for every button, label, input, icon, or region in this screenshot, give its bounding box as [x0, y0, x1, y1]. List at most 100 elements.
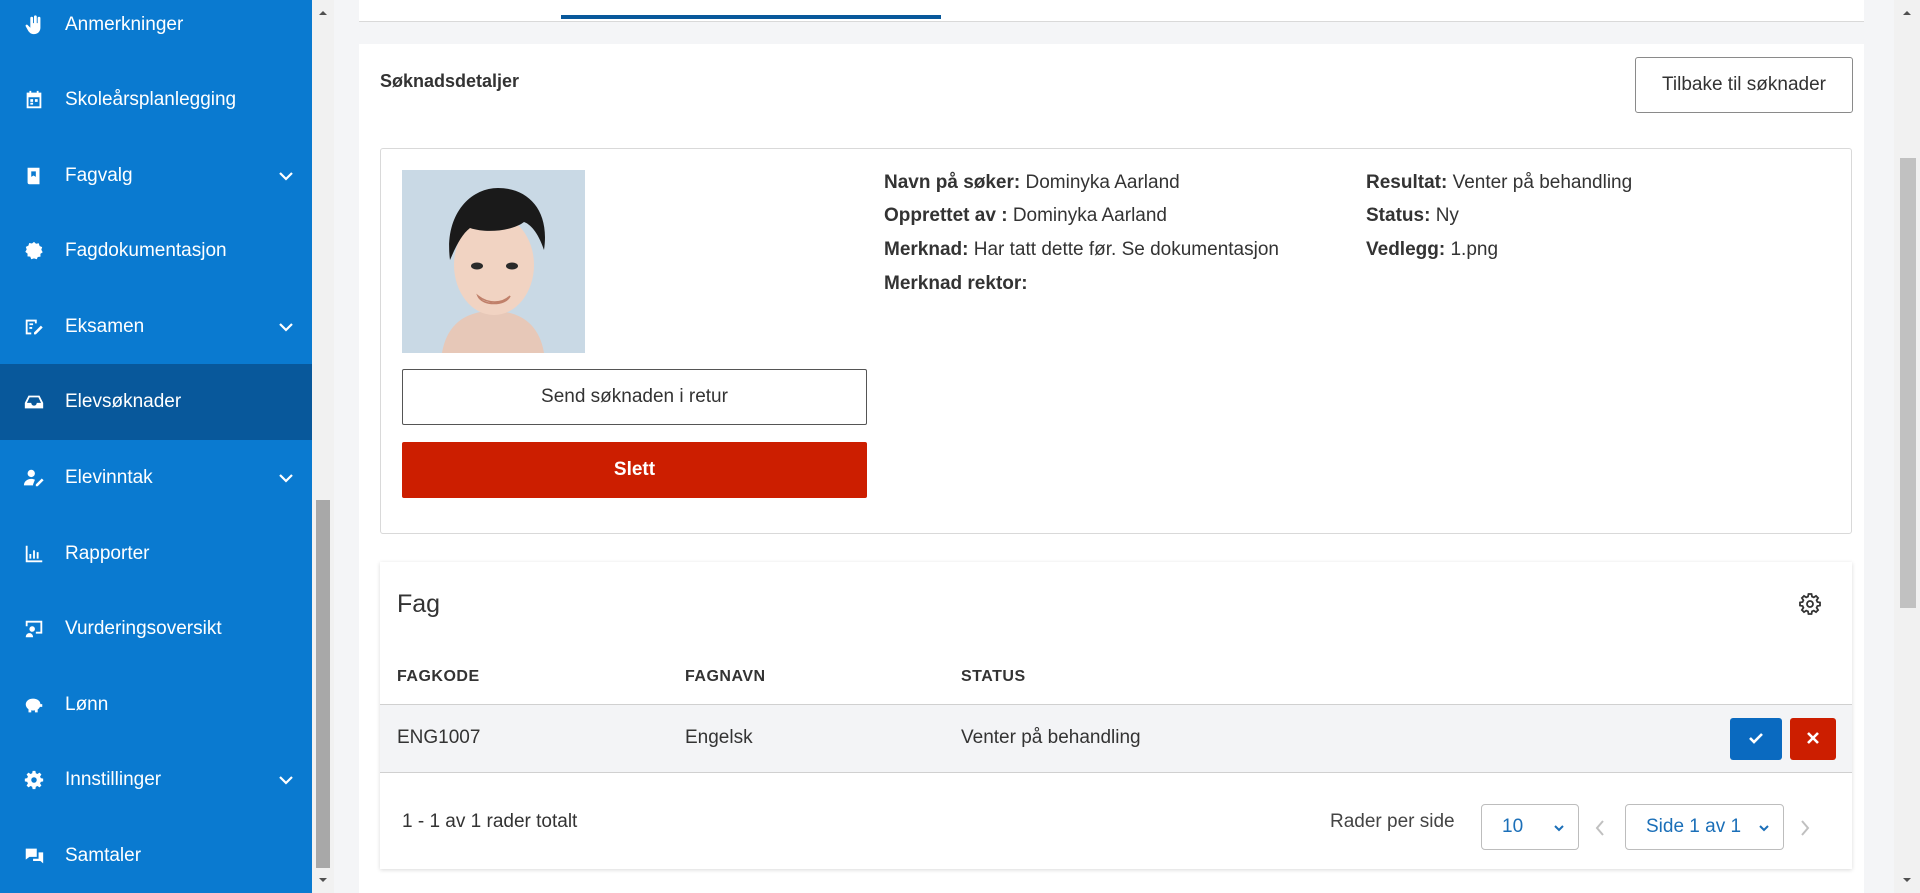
sidebar-item-label: Elevsøknader — [65, 391, 182, 412]
main-scrollbar-thumb[interactable] — [1900, 158, 1916, 608]
sidebar-item-label: Elevinntak — [65, 467, 153, 488]
page-select[interactable]: Side 1 av 1 — [1625, 804, 1784, 850]
chevron-down-icon[interactable] — [276, 317, 296, 337]
chevron-down-icon[interactable] — [276, 468, 296, 488]
inbox-icon — [22, 390, 46, 414]
result-value: Venter på behandling — [1452, 172, 1633, 193]
page-title: Søknadsdetaljer — [380, 71, 520, 91]
bar-chart-icon — [22, 542, 46, 566]
result-label: Resultat: — [1366, 172, 1448, 193]
attachment-link[interactable]: 1.png — [1450, 239, 1498, 260]
sidebar-item-elevsoknader[interactable]: Elevsøknader — [0, 364, 312, 440]
sidebar-item-samtaler[interactable]: Samtaler — [0, 818, 312, 893]
sidebar-item-label: Eksamen — [65, 316, 145, 337]
back-to-applications-button[interactable]: Tilbake til søknader — [1635, 57, 1853, 113]
sidebar-item-innstillinger[interactable]: Innstillinger — [0, 742, 312, 818]
chevron-down-icon — [1759, 825, 1769, 832]
calendar-icon — [22, 88, 46, 112]
next-page-icon[interactable] — [1795, 816, 1815, 840]
sidebar-item-eksamen[interactable]: Eksamen — [0, 289, 312, 365]
sidebar-item-anmerkninger[interactable]: Anmerkninger — [0, 0, 312, 63]
cell-status: Venter på behandling — [961, 727, 1141, 748]
note-label: Merknad: — [884, 239, 969, 260]
main-scrollbar[interactable] — [1894, 0, 1920, 893]
sidebar-item-vurderingsoversikt[interactable]: Vurderingsoversikt — [0, 591, 312, 667]
sidebar-scrollbar-thumb[interactable] — [316, 500, 330, 868]
close-icon — [1807, 731, 1819, 744]
book-icon — [22, 164, 46, 188]
principal-note-row: Merknad rektor: — [884, 273, 1028, 295]
note-row: Merknad: Har tatt dette før. Se dokument… — [884, 239, 1279, 261]
chevron-down-icon[interactable] — [276, 166, 296, 186]
sidebar: Anmerkninger Skoleårsplanlegging Fagvalg… — [0, 0, 312, 893]
scroll-down-icon[interactable] — [1902, 875, 1912, 885]
rows-per-page-select[interactable]: 10 — [1481, 804, 1579, 850]
chevron-down-icon — [1554, 825, 1564, 832]
applicant-name-label: Navn på søker: — [884, 172, 1021, 193]
table-row: ENG1007 Engelsk Venter på behandling — [380, 704, 1852, 773]
user-edit-icon — [22, 466, 46, 490]
sidebar-item-rapporter[interactable]: Rapporter — [0, 516, 312, 592]
subjects-title: Fag — [397, 590, 441, 618]
page-value: Side 1 av 1 — [1646, 816, 1742, 837]
chevron-down-icon[interactable] — [276, 770, 296, 790]
sidebar-item-label: Anmerkninger — [65, 14, 184, 35]
exam-icon — [22, 315, 46, 339]
attachment-row: Vedlegg: 1.png — [1366, 239, 1498, 261]
sidebar-item-label: Innstillinger — [65, 769, 162, 790]
created-by-row: Opprettet av : Dominyka Aarland — [884, 205, 1167, 227]
gear-icon — [22, 768, 46, 792]
tab-bar — [359, 0, 1864, 22]
cell-fagkode: ENG1007 — [397, 727, 481, 748]
rows-per-page-label: Rader per side — [1330, 811, 1455, 832]
sidebar-item-skolearsplanlegging[interactable]: Skoleårsplanlegging — [0, 62, 312, 138]
applicant-photo — [402, 170, 585, 353]
sidebar-item-label: Fagvalg — [65, 165, 133, 186]
sidebar-scrollbar[interactable] — [312, 0, 334, 893]
note-value: Har tatt dette før. Se dokumentasjon — [973, 239, 1279, 260]
delete-button[interactable]: Slett — [402, 442, 867, 498]
sidebar-item-label: Skoleårsplanlegging — [65, 89, 237, 110]
column-header-fagkode[interactable]: FAGKODE — [397, 668, 480, 686]
badge-icon — [22, 239, 46, 263]
gear-icon[interactable] — [1798, 592, 1822, 616]
chat-icon — [22, 844, 46, 868]
created-by-value: Dominyka Aarland — [1012, 205, 1168, 226]
sidebar-item-label: Vurderingsoversikt — [65, 618, 222, 639]
sidebar-item-label: Fagdokumentasjon — [65, 240, 227, 261]
hand-icon — [22, 13, 46, 37]
previous-page-icon[interactable] — [1590, 816, 1610, 840]
sidebar-item-fagdokumentasjon[interactable]: Fagdokumentasjon — [0, 213, 312, 289]
send-return-button[interactable]: Send søknaden i retur — [402, 369, 867, 425]
applicant-name-value: Dominyka Aarland — [1025, 172, 1180, 193]
status-value: Ny — [1435, 205, 1459, 226]
rows-per-page-value: 10 — [1502, 816, 1524, 837]
column-header-fagnavn[interactable]: FAGNAVN — [685, 668, 766, 686]
sidebar-item-label: Samtaler — [65, 845, 142, 866]
cell-fagnavn: Engelsk — [685, 727, 753, 748]
sidebar-item-elevinntak[interactable]: Elevinntak — [0, 440, 312, 516]
column-header-status[interactable]: STATUS — [961, 668, 1026, 686]
active-tab-indicator — [561, 15, 941, 19]
attachment-label: Vedlegg: — [1366, 239, 1446, 260]
scroll-up-icon[interactable] — [318, 8, 328, 18]
sidebar-item-fagvalg[interactable]: Fagvalg — [0, 138, 312, 214]
status-label: Status: — [1366, 205, 1431, 226]
applicant-name-row: Navn på søker: Dominyka Aarland — [884, 172, 1180, 194]
subjects-table-card: Fag FAGKODE FAGNAVN STATUS ENG1007 Engel… — [380, 562, 1852, 869]
check-icon — [1749, 732, 1763, 744]
sidebar-item-label: Rapporter — [65, 543, 150, 564]
row-total-text: 1 - 1 av 1 rader totalt — [402, 811, 578, 832]
scroll-up-icon[interactable] — [1902, 8, 1912, 18]
piggy-bank-icon — [22, 693, 46, 717]
sidebar-item-lonn[interactable]: Lønn — [0, 667, 312, 743]
status-row: Status: Ny — [1366, 205, 1459, 227]
chalkboard-icon — [22, 617, 46, 641]
principal-note-label: Merknad rektor: — [884, 273, 1028, 294]
scroll-down-icon[interactable] — [318, 875, 328, 885]
reject-button[interactable] — [1790, 718, 1836, 760]
approve-button[interactable] — [1730, 718, 1782, 760]
created-by-label: Opprettet av : — [884, 205, 1008, 226]
result-row: Resultat: Venter på behandling — [1366, 172, 1632, 194]
sidebar-item-label: Lønn — [65, 694, 109, 715]
